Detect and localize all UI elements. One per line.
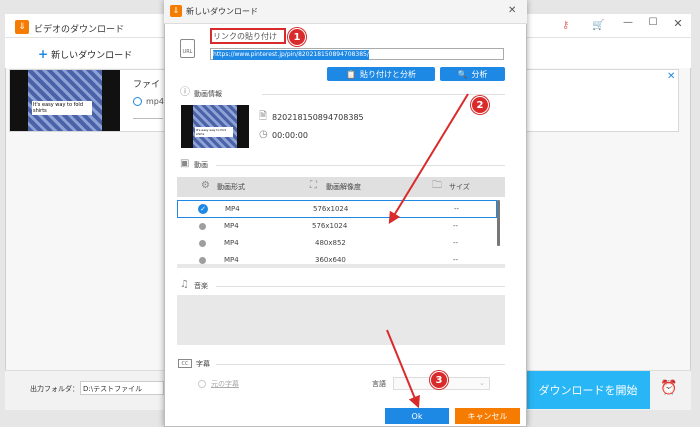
annotation-badge-1: 1 (288, 28, 306, 46)
annotation-arrow-2 (388, 93, 469, 225)
annotation-arrow-3 (386, 329, 420, 409)
annotation-arrows (386, 93, 469, 409)
annotation-badge-3: 3 (430, 371, 448, 389)
annotation-badge-2: 2 (471, 96, 489, 114)
